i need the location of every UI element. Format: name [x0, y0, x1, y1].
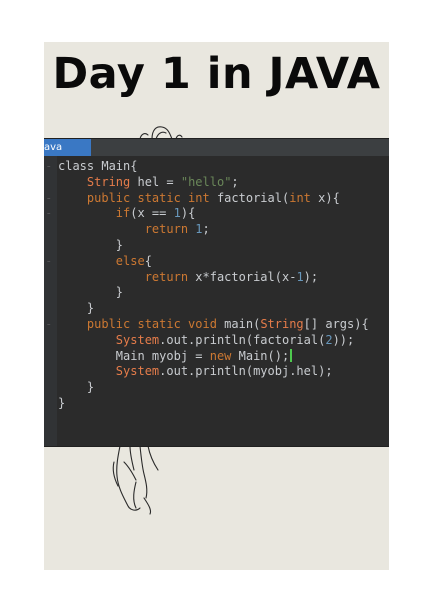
code-line[interactable]: return x*factorial(x-1);: [58, 270, 369, 286]
code-area[interactable]: class Main{ String hel = "hello"; public…: [58, 159, 369, 412]
code-line[interactable]: }: [58, 396, 369, 412]
code-token: hel =: [130, 174, 181, 189]
code-line[interactable]: return 1;: [58, 222, 369, 238]
code-token: 1: [173, 206, 181, 221]
code-line[interactable]: System.out.println(factorial(2));: [58, 333, 369, 349]
poster: Day 1 in JAVA ava – – – – – class Main{…: [44, 42, 389, 570]
tab-java-file[interactable]: ava: [44, 139, 91, 156]
code-token: Main();: [231, 348, 290, 363]
code-token: ;: [231, 174, 239, 189]
code-token: }: [115, 285, 124, 300]
code-token: "hello": [180, 174, 232, 189]
code-line[interactable]: class Main{: [58, 159, 369, 175]
code-line[interactable]: }: [58, 285, 369, 301]
fold-marker-icon[interactable]: –: [47, 162, 51, 170]
code-line[interactable]: public static int factorial(int x){: [58, 191, 369, 207]
fold-marker-icon[interactable]: –: [47, 257, 51, 265]
code-token: (x ==: [130, 206, 174, 221]
code-line[interactable]: else{: [58, 254, 369, 270]
code-token: return: [144, 222, 189, 237]
code-token: main(: [216, 316, 261, 331]
fold-marker-icon[interactable]: –: [47, 320, 51, 328]
code-token: ){: [180, 206, 196, 221]
code-token: x){: [310, 190, 340, 205]
code-token: Main myobj =: [115, 348, 210, 363]
code-token: }: [86, 380, 95, 395]
fold-marker-icon[interactable]: –: [47, 194, 51, 202]
code-line[interactable]: }: [58, 238, 369, 254]
code-token: }: [86, 301, 95, 316]
fold-marker-icon[interactable]: –: [47, 209, 51, 217]
code-token: 1: [296, 269, 304, 284]
code-token: public static int: [86, 190, 210, 205]
code-editor[interactable]: ava – – – – – class Main{ String hel = "…: [44, 139, 389, 446]
code-token: public static void: [86, 316, 217, 331]
code-token: {: [144, 253, 152, 268]
code-token: 2: [325, 332, 333, 347]
code-token: .out.println(myobj.hel);: [159, 364, 333, 379]
code-line[interactable]: Main myobj = new Main();: [58, 348, 369, 365]
code-token: factorial(: [209, 190, 290, 205]
code-line[interactable]: System.out.println(myobj.hel);: [58, 364, 369, 380]
code-token: System: [115, 364, 160, 379]
text-cursor: [290, 348, 293, 362]
code-token: .out.println(factorial(: [159, 332, 326, 347]
code-line[interactable]: }: [58, 380, 369, 396]
code-token: [] args){: [303, 316, 369, 331]
code-token: 1: [195, 222, 203, 237]
editor-tab-bar: ava: [44, 139, 389, 156]
code-token: class Main{: [58, 159, 138, 173]
code-line[interactable]: }: [58, 301, 369, 317]
editor-gutter: – – – – –: [44, 156, 57, 446]
code-line[interactable]: if(x == 1){: [58, 206, 369, 222]
code-token: String: [260, 316, 304, 331]
code-token: }: [58, 395, 66, 410]
code-token: x*factorial(x-: [188, 269, 297, 284]
code-token: ;: [202, 222, 210, 237]
code-token: ));: [332, 332, 355, 347]
code-token: }: [115, 237, 124, 252]
code-token: new: [209, 348, 232, 363]
code-line[interactable]: String hel = "hello";: [58, 175, 369, 191]
code-line[interactable]: public static void main(String[] args){: [58, 317, 369, 333]
code-token: return: [144, 269, 189, 284]
code-token: else: [115, 253, 145, 268]
code-token: int: [289, 190, 311, 205]
code-token: );: [303, 269, 319, 284]
code-token: String: [86, 174, 131, 189]
code-token: if: [115, 206, 131, 221]
code-token: System: [115, 332, 160, 347]
